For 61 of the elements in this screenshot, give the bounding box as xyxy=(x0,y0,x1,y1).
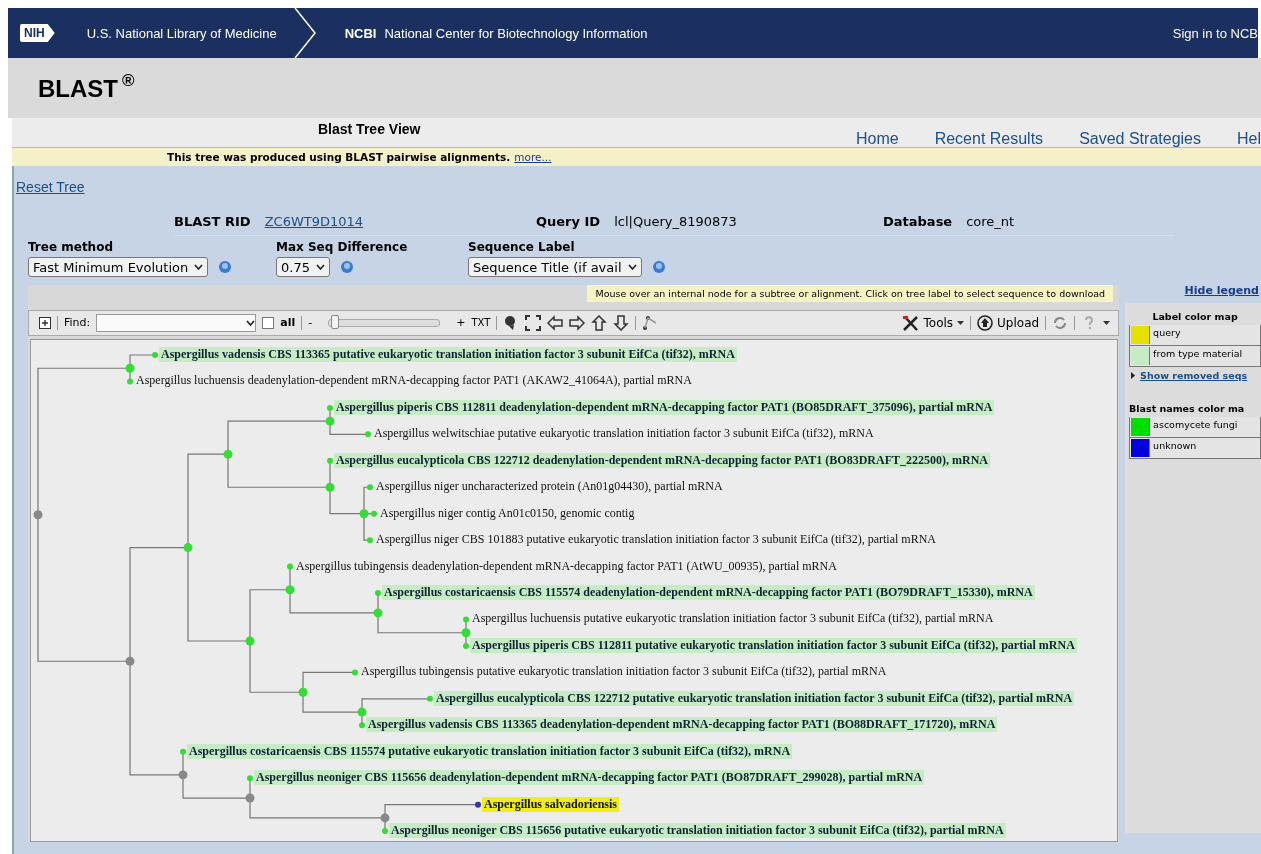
leaf-label[interactable]: Aspergillus costaricaensis CBS 115574 putative eukaryotic translation initiation factor 3 subunit EifCa (tif32), mRNA xyxy=(187,743,793,759)
leaf-label[interactable]: Aspergillus neoniger CBS 115656 putative eukaryotic translation initiation factor 3 subunit EifCa (tif32), partial mRNA xyxy=(389,823,1006,838)
nih-logo[interactable]: NIH xyxy=(20,24,55,42)
legend-label: query xyxy=(1152,326,1181,340)
leaf-label[interactable]: Aspergillus neoniger CBS 115656 deadenylation-dependent mRNA-decapping factor PAT1 (BO87DRAFT_299028), partial mRNA xyxy=(254,770,925,786)
leaf-label[interactable]: Aspergillus piperis CBS 112811 deadenylation-dependent mRNA-decapping factor PAT1 (BO85DRAFT_375096), partial mRNA xyxy=(334,399,995,415)
legend-label: unknown xyxy=(1152,439,1197,453)
txt-button[interactable]: TXT xyxy=(471,317,491,329)
leaf-label[interactable]: Aspergillus luchuensis putative eukaryotic translation initiation factor 3 subunit EifCa (tif32), partial mRNA xyxy=(470,611,996,627)
more-link[interactable]: more... xyxy=(514,151,552,163)
option-label: Max Seq Difference xyxy=(276,240,409,254)
leaf-label[interactable]: Aspergillus tubingensis putative eukaryotic translation initiation factor 3 subunit EifCa (tif32), partial mRNA xyxy=(359,664,889,680)
all-label: all xyxy=(280,316,296,330)
upload-button[interactable]: Upload xyxy=(977,314,1040,331)
ncbi-label[interactable]: NCBI xyxy=(344,25,377,41)
legend-title: Blast names color ma xyxy=(1129,403,1246,414)
nav-link[interactable]: Hel xyxy=(1237,130,1261,148)
find-label: Find: xyxy=(64,316,91,330)
info-label: BLAST RID xyxy=(174,214,251,229)
app-title: BLAST $^{®}$ xyxy=(38,73,135,103)
nav-link[interactable]: Home xyxy=(855,130,899,148)
info-value: lcl|Query_8190873 xyxy=(614,214,737,229)
info-label: Query ID xyxy=(536,214,601,229)
ncbi-link[interactable]: National Center for Biotechnology Information xyxy=(384,25,648,41)
legend-title: Label color map xyxy=(1151,311,1239,322)
zoom-in-button[interactable]: + xyxy=(456,316,466,330)
reset-tree-link[interactable]: Reset Tree xyxy=(16,179,85,195)
leaf-label[interactable]: Aspergillus tubingensis deadenylation-dependent mRNA-decapping factor PAT1 (AtWU_00935), partial mRNA xyxy=(294,558,839,574)
leaf-label[interactable]: Aspergillus eucalypticola CBS 122712 putative eukaryotic translation initiation factor 3 subunit EifCa (tif32), partial mRNA xyxy=(434,690,1075,706)
tools-menu[interactable]: Tools xyxy=(901,314,965,331)
leaf-label[interactable]: Aspergillus vadensis CBS 113365 putative eukaryotic translation initiation factor 3 subunit EifCa (tif32), mRNA xyxy=(159,346,737,362)
leaf-label[interactable]: Aspergillus costaricaensis CBS 115574 deadenylation-dependent mRNA-decapping factor PAT1 (BO79DRAFT_15330), mRNA xyxy=(382,584,1035,600)
leaf-label[interactable]: Aspergillus niger contig An01c0150, genomic contig xyxy=(378,505,637,521)
view-title: Blast Tree View xyxy=(318,121,421,137)
dropdown[interactable]: Fast Minimum Evolution xyxy=(28,257,209,277)
info-value: core_nt xyxy=(966,214,1015,229)
option-label: Sequence Label xyxy=(468,240,576,254)
sign-in-link[interactable]: Sign in to NCB xyxy=(1172,25,1258,41)
leaf-label[interactable]: Aspergillus welwitschiae putative eukaryotic translation initiation factor 3 subunit EifCa (tif32), mRNA xyxy=(372,426,876,442)
leaf-label[interactable]: Aspergillus niger uncharacterized protein (An01g04430), partial mRNA xyxy=(374,479,725,495)
hide-legend-link[interactable]: Hide legend xyxy=(1125,284,1259,297)
nav-link[interactable]: Saved Strategies xyxy=(1079,130,1201,148)
zoom-out-button[interactable]: - xyxy=(308,316,313,330)
nav-link[interactable]: Recent Results xyxy=(934,130,1044,148)
leaf-label[interactable]: Aspergillus piperis CBS 112811 putative eukaryotic translation initiation factor 3 subunit EifCa (tif32), partial mRNA xyxy=(470,637,1077,653)
library-link[interactable]: U.S. National Library of Medicine xyxy=(86,25,277,41)
leaf-label[interactable]: Aspergillus eucalypticola CBS 122712 deadenylation-dependent mRNA-decapping factor PAT1 (BO83DRAFT_222500), mRNA xyxy=(334,452,990,468)
dropdown[interactable]: 0.75 xyxy=(276,257,330,277)
option-label: Tree method xyxy=(28,240,114,254)
legend-label: ascomycete fungi xyxy=(1152,418,1238,432)
leaf-label[interactable]: Aspergillus niger CBS 101883 putative eukaryotic translation initiation factor 3 subunit EifCa (tif32), partial mRNA xyxy=(374,532,938,548)
notice-text: This tree was produced using BLAST pairwise alignments. xyxy=(167,151,511,163)
leaf-label[interactable]: Aspergillus luchuensis deadenylation-dependent mRNA-decapping factor PAT1 (AKAW2_41064A), partial mRNA xyxy=(134,373,694,389)
hint-banner: Mouse over an internal node for a subtree or alignment. Click on tree label to select sequence to download xyxy=(587,285,1114,302)
leaf-label[interactable]: Aspergillus salvadoriensis xyxy=(482,796,620,812)
info-label: Database xyxy=(883,214,953,229)
show-removed-link[interactable]: Show removed seqs xyxy=(1140,370,1248,381)
legend-label: from type material xyxy=(1152,347,1243,361)
leaf-label[interactable]: Aspergillus vadensis CBS 113365 deadenylation-dependent mRNA-decapping factor PAT1 (BO88DRAFT_171720), mRNA xyxy=(366,717,998,733)
dropdown[interactable]: Sequence Title (if avail xyxy=(468,257,642,277)
rid-link[interactable]: ZC6WT9D1014 xyxy=(264,214,364,229)
